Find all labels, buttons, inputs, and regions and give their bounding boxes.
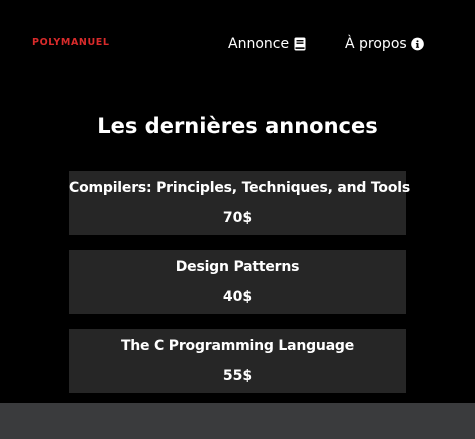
listing-price: 40$ <box>222 289 253 305</box>
listing-title: Design Patterns <box>175 259 300 275</box>
footer-bar <box>0 403 475 439</box>
listing-title: The C Programming Language <box>120 338 355 354</box>
listing-price: 70$ <box>222 210 253 226</box>
info-circle-icon <box>410 37 424 51</box>
nav-link-annonce-label: Annonce <box>228 36 290 52</box>
listing-card[interactable]: Design Patterns 40$ <box>69 250 406 314</box>
nav-link-apropos[interactable]: À propos <box>345 35 424 53</box>
nav-link-apropos-label: À propos <box>345 36 407 52</box>
listing-card[interactable]: The C Programming Language 55$ <box>69 329 406 393</box>
navbar: POLYMANUEL Annonce À propos <box>0 0 475 88</box>
book-icon <box>293 37 306 51</box>
listing-title: Compilers: Principles, Techniques, and T… <box>69 180 410 196</box>
nav-link-annonce[interactable]: Annonce <box>228 35 306 53</box>
listing-card[interactable]: Compilers: Principles, Techniques, and T… <box>69 171 410 235</box>
page-title: Les dernières annonces <box>97 114 378 138</box>
brand-logo[interactable]: POLYMANUEL <box>32 37 110 49</box>
listing-price: 55$ <box>222 368 253 384</box>
